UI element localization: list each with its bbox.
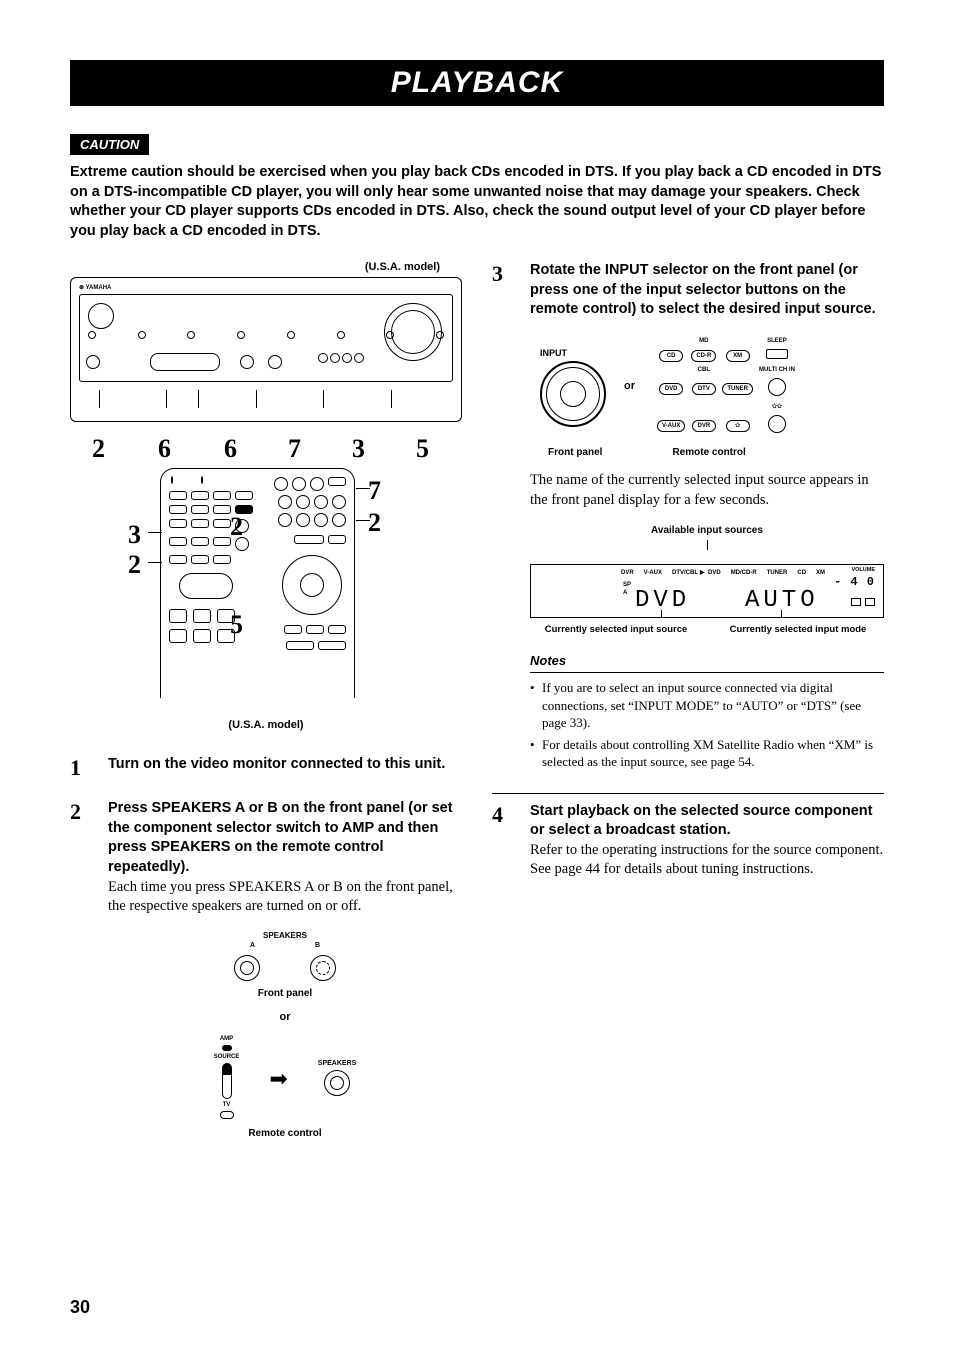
lcd-cap-right: Currently selected input mode	[714, 624, 882, 637]
rc-callout-5: 5	[230, 610, 243, 640]
step-4-bold: Start playback on the selected source co…	[530, 803, 872, 839]
rc-speakers-button-icon	[324, 1070, 350, 1096]
note-item: If you are to select an input source con…	[530, 679, 884, 732]
model-note-top: (U.S.A. model)	[70, 261, 462, 273]
chapter-title: PLAYBACK	[70, 60, 884, 106]
speakers-front-panel-fig: SPEAKERS A B Front panel	[195, 931, 375, 1001]
rc-callout-2b: 2	[230, 512, 243, 542]
slider-amp: AMP	[214, 1035, 240, 1043]
speaker-a-button-icon	[234, 955, 260, 981]
speakers-or: or	[108, 1010, 462, 1025]
input-knob-icon	[540, 361, 606, 427]
rc-callout-2c: 2	[368, 508, 381, 538]
lcd-cap-left: Currently selected input source	[532, 624, 700, 637]
available-sources-label: Available input sources	[530, 524, 884, 538]
volume-label: VOLUME	[834, 567, 875, 574]
step-3-body: The name of the currently selected input…	[530, 471, 884, 510]
volume-value: - 4 0	[834, 574, 875, 590]
arrow-right-icon: ➡	[269, 1064, 287, 1094]
page-number: 30	[70, 1297, 90, 1318]
speakers-front-caption: Front panel	[195, 987, 375, 1001]
step-2-body: Each time you press SPEAKERS A or B on t…	[108, 879, 453, 915]
notes-list: If you are to select an input source con…	[530, 679, 884, 771]
fp-callout-3: 3	[352, 434, 365, 464]
step-1-num: 1	[70, 755, 90, 781]
step-3-num: 3	[492, 261, 512, 774]
lcd-display: DVR V-AUX DTV/CBL DVD MD/CD-R TUNER CD X…	[530, 564, 884, 618]
speakers-remote-fig: AMP SOURCE TV ➡ SPEAKERS	[108, 1035, 462, 1121]
speaker-a-label: A	[250, 941, 255, 950]
step-4-num: 4	[492, 802, 512, 880]
speaker-b-label: B	[315, 941, 320, 950]
remote-diagram: 3 2 2 5 7 2	[70, 468, 462, 713]
fp-callout-2a: 2	[92, 434, 105, 464]
fp-callout-5: 5	[416, 434, 429, 464]
fp-callout-6b: 6	[224, 434, 237, 464]
input-or: or	[624, 379, 635, 394]
fp-callout-6a: 6	[158, 434, 171, 464]
step-3-bold: Rotate the INPUT selector on the front p…	[530, 262, 876, 317]
caution-text: Extreme caution should be exercised when…	[70, 163, 884, 241]
speakers-remote-caption: Remote control	[108, 1127, 462, 1141]
slider-source: SOURCE	[214, 1053, 240, 1061]
caution-label: CAUTION	[70, 134, 149, 155]
input-caption-remote: Remote control	[672, 446, 745, 460]
step-4-body1: Refer to the operating instructions for …	[530, 842, 883, 858]
input-caption-front: Front panel	[548, 446, 602, 460]
divider	[492, 793, 884, 794]
step-1-text: Turn on the video monitor connected to t…	[108, 756, 445, 772]
lcd-source: DVD	[635, 585, 690, 617]
input-label: INPUT	[540, 347, 606, 359]
rc-speakers-label: SPEAKERS	[318, 1059, 357, 1068]
selector-slider-icon	[222, 1063, 232, 1099]
speaker-b-button-icon	[310, 955, 336, 981]
slider-tv: TV	[214, 1101, 240, 1109]
notes-heading: Notes	[530, 652, 884, 673]
rc-callout-7: 7	[368, 476, 381, 506]
fp-callout-7: 7	[288, 434, 301, 464]
input-selector-fig: INPUT or MDSLEEP CDCD-RXM CBLMULTI CH IN…	[540, 334, 884, 440]
step-2-num: 2	[70, 799, 90, 1141]
model-note-remote: (U.S.A. model)	[70, 719, 462, 731]
note-item: For details about controlling XM Satelli…	[530, 736, 884, 771]
input-remote-grid: MDSLEEP CDCD-RXM CBLMULTI CH IN DVDDTVTU…	[653, 334, 799, 440]
front-panel-diagram: ⊛ YAMAHA	[70, 277, 462, 422]
step-4-body2: See page 44 for details about tuning ins…	[530, 861, 814, 877]
rc-callout-2a: 2	[128, 550, 141, 580]
speakers-title: SPEAKERS	[195, 931, 375, 942]
rc-callout-3: 3	[128, 520, 141, 550]
step-2-bold: Press SPEAKERS A or B on the front panel…	[108, 800, 453, 875]
